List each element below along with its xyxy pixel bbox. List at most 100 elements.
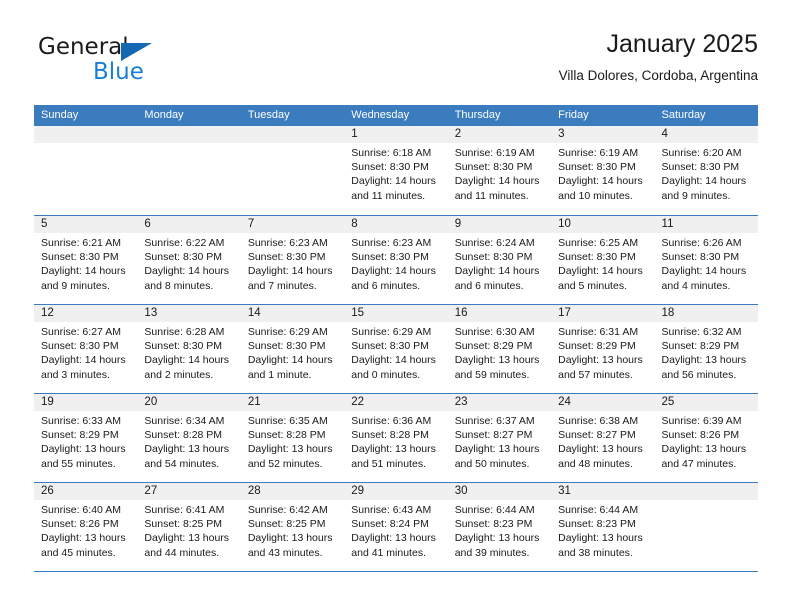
day-info-line: Daylight: 14 hours — [144, 265, 230, 278]
calendar-bottom-rule — [34, 571, 758, 572]
day-sun-info: Sunrise: 6:35 AM Sunset: 8:28 PM Daylight:… — [241, 411, 344, 471]
day-number: 21 — [240, 394, 345, 411]
day-info-line: Sunrise: 6:19 AM — [558, 147, 639, 159]
day-number: 31 — [551, 483, 655, 500]
day-sun-info: Sunrise: 6:26 AM Sunset: 8:30 PM Daylight:… — [655, 233, 758, 293]
weekday-header-row: Sunday Monday Tuesday Wednesday Thursday Frid… — [34, 105, 758, 126]
day-info-line: Sunrise: 6:29 AM — [247, 326, 328, 338]
calendar-day-cell[interactable]: 12 Sunrise: 6:27 AM Sunset: 8:30 PM Dayligh… — [34, 305, 138, 393]
day-info-line: and 6 minutes. — [351, 279, 421, 292]
day-info-line: Sunset: 8:30 PM — [351, 251, 429, 264]
day-sun-info — [241, 143, 344, 146]
day-number: 16 — [447, 305, 552, 322]
calendar-day-cell[interactable]: 2 Sunrise: 6:19 AM Sunset: 8:30 PM Daylight… — [447, 126, 552, 215]
day-info-line: Sunrise: 6:44 AM — [558, 504, 639, 516]
calendar-day-cell[interactable]: 6 Sunrise: 6:22 AM Sunset: 8:30 PM Daylight… — [137, 216, 241, 304]
calendar-day-cell[interactable]: 14 Sunrise: 6:29 AM Sunset: 8:30 PM Dayligh… — [240, 305, 345, 393]
calendar-day-cell[interactable]: 5 Sunrise: 6:21 AM Sunset: 8:30 PM Daylight… — [34, 216, 138, 304]
calendar-day-cell[interactable]: 24 Sunrise: 6:38 AM Sunset: 8:27 PM Dayligh… — [551, 394, 655, 482]
day-sun-info: Sunrise: 6:23 AM Sunset: 8:30 PM Daylight:… — [344, 233, 447, 293]
day-info-line: Sunrise: 6:23 AM — [247, 237, 328, 249]
day-info-line: Daylight: 14 hours — [351, 175, 436, 188]
calendar-day-cell[interactable]: 10 Sunrise: 6:25 AM Sunset: 8:30 PM Dayligh… — [551, 216, 655, 304]
day-info-line: and 59 minutes. — [454, 368, 530, 381]
calendar-day-cell[interactable]: 25 Sunrise: 6:39 AM Sunset: 8:26 PM Dayligh… — [654, 394, 758, 482]
weekday-header-sunday: Sunday — [41, 109, 79, 121]
day-number: 27 — [137, 483, 241, 500]
day-info-line: Sunrise: 6:39 AM — [661, 415, 742, 427]
calendar-day-cell[interactable]: 8 Sunrise: 6:23 AM Sunset: 8:30 PM Daylight… — [344, 216, 448, 304]
day-info-line: and 51 minutes. — [351, 457, 426, 470]
day-info-line: Daylight: 13 hours — [454, 443, 540, 456]
calendar-day-cell[interactable]: 22 Sunrise: 6:36 AM Sunset: 8:28 PM Dayligh… — [344, 394, 448, 482]
day-info-line: Daylight: 13 hours — [558, 443, 643, 456]
day-number — [240, 126, 345, 143]
day-info-line: Daylight: 14 hours — [454, 265, 540, 278]
calendar-day-cell[interactable]: 26 Sunrise: 6:40 AM Sunset: 8:26 PM Dayligh… — [34, 483, 138, 571]
calendar-day-cell[interactable]: 11 Sunrise: 6:26 AM Sunset: 8:30 PM Dayligh… — [654, 216, 758, 304]
calendar-day-cell[interactable]: 27 Sunrise: 6:41 AM Sunset: 8:25 PM Dayligh… — [137, 483, 241, 571]
day-info-line: Sunset: 8:30 PM — [41, 251, 119, 264]
calendar-day-cell[interactable]: 28 Sunrise: 6:42 AM Sunset: 8:25 PM Dayligh… — [240, 483, 345, 571]
day-info-line: Sunrise: 6:28 AM — [144, 326, 225, 338]
calendar-day-cell[interactable]: 9 Sunrise: 6:24 AM Sunset: 8:30 PM Daylight… — [447, 216, 552, 304]
day-info-line: Daylight: 14 hours — [661, 265, 747, 278]
calendar-day-cell[interactable]: 17 Sunrise: 6:31 AM Sunset: 8:29 PM Dayligh… — [551, 305, 655, 393]
day-info-line: Sunrise: 6:36 AM — [351, 415, 432, 427]
day-number: 26 — [34, 483, 138, 500]
calendar-day-cell[interactable]: 29 Sunrise: 6:43 AM Sunset: 8:24 PM Dayligh… — [344, 483, 448, 571]
calendar-day-cell[interactable]: 4 Sunrise: 6:20 AM Sunset: 8:30 PM Daylight… — [654, 126, 758, 215]
day-sun-info: Sunrise: 6:20 AM Sunset: 8:30 PM Daylight:… — [655, 143, 758, 203]
page-subtitle: Villa Dolores, Cordoba, Argentina — [558, 68, 758, 83]
day-info-line: Sunset: 8:30 PM — [144, 340, 223, 353]
day-info-line: Daylight: 14 hours — [558, 175, 643, 188]
day-sun-info: Sunrise: 6:33 AM Sunset: 8:29 PM Daylight:… — [34, 411, 137, 471]
calendar-day-cell[interactable]: 16 Sunrise: 6:30 AM Sunset: 8:29 PM Dayligh… — [447, 305, 552, 393]
day-info-line: Daylight: 14 hours — [41, 265, 126, 278]
day-info-line: Daylight: 14 hours — [558, 265, 643, 278]
day-info-line: Sunset: 8:23 PM — [558, 518, 636, 531]
calendar-day-cell[interactable]: 1 Sunrise: 6:18 AM Sunset: 8:30 PM Daylight… — [344, 126, 448, 215]
day-info-line: Sunrise: 6:22 AM — [144, 237, 225, 249]
day-info-line: Daylight: 13 hours — [454, 532, 540, 545]
day-info-line: and 5 minutes. — [558, 279, 627, 292]
day-sun-info: Sunrise: 6:42 AM Sunset: 8:25 PM Daylight:… — [241, 500, 344, 560]
calendar-day-cell[interactable]: 30 Sunrise: 6:44 AM Sunset: 8:23 PM Dayligh… — [447, 483, 552, 571]
calendar-day-cell[interactable]: 15 Sunrise: 6:29 AM Sunset: 8:30 PM Dayligh… — [344, 305, 448, 393]
calendar-day-cell[interactable]: 13 Sunrise: 6:28 AM Sunset: 8:30 PM Dayligh… — [137, 305, 241, 393]
day-info-line: Daylight: 13 hours — [661, 354, 747, 367]
day-info-line: Daylight: 13 hours — [144, 443, 230, 456]
day-info-line: Sunrise: 6:37 AM — [454, 415, 535, 427]
day-info-line: Sunset: 8:30 PM — [41, 340, 119, 353]
day-number: 4 — [654, 126, 758, 143]
general-blue-logo[interactable]: General Blue — [38, 34, 248, 90]
day-info-line: Sunset: 8:30 PM — [661, 251, 740, 264]
calendar-day-cell[interactable]: 31 Sunrise: 6:44 AM Sunset: 8:23 PM Dayligh… — [551, 483, 655, 571]
calendar-day-cell-empty — [34, 126, 138, 215]
calendar-day-cell[interactable]: 20 Sunrise: 6:34 AM Sunset: 8:28 PM Dayligh… — [137, 394, 241, 482]
day-info-line: Sunset: 8:26 PM — [41, 518, 119, 531]
day-info-line: Sunset: 8:28 PM — [351, 429, 429, 442]
day-number: 1 — [344, 126, 448, 143]
calendar-day-cell[interactable]: 3 Sunrise: 6:19 AM Sunset: 8:30 PM Daylight… — [551, 126, 655, 215]
calendar-day-cell[interactable]: 18 Sunrise: 6:32 AM Sunset: 8:29 PM Dayligh… — [654, 305, 758, 393]
day-sun-info: Sunrise: 6:25 AM Sunset: 8:30 PM Daylight:… — [551, 233, 654, 293]
day-info-line: and 43 minutes. — [247, 546, 323, 559]
calendar-day-cell[interactable]: 7 Sunrise: 6:23 AM Sunset: 8:30 PM Daylight… — [240, 216, 345, 304]
calendar-day-cell[interactable]: 19 Sunrise: 6:33 AM Sunset: 8:29 PM Dayligh… — [34, 394, 138, 482]
day-info-line: and 48 minutes. — [558, 457, 633, 470]
day-info-line: and 9 minutes. — [41, 279, 110, 292]
day-info-line: and 45 minutes. — [41, 546, 116, 559]
day-info-line: and 2 minutes. — [144, 368, 214, 381]
day-info-line: Sunrise: 6:24 AM — [454, 237, 535, 249]
day-sun-info — [655, 500, 758, 503]
day-info-line: and 11 minutes. — [351, 189, 426, 202]
day-info-line: Sunset: 8:25 PM — [247, 518, 326, 531]
calendar-day-cell[interactable]: 21 Sunrise: 6:35 AM Sunset: 8:28 PM Dayligh… — [240, 394, 345, 482]
day-sun-info: Sunrise: 6:44 AM Sunset: 8:23 PM Daylight:… — [448, 500, 551, 560]
calendar-day-cell[interactable]: 23 Sunrise: 6:37 AM Sunset: 8:27 PM Dayligh… — [447, 394, 552, 482]
logo-text-general: General — [38, 34, 129, 60]
day-sun-info: Sunrise: 6:18 AM Sunset: 8:30 PM Daylight:… — [344, 143, 447, 203]
day-number: 19 — [34, 394, 138, 411]
day-info-line: Sunset: 8:26 PM — [661, 429, 740, 442]
